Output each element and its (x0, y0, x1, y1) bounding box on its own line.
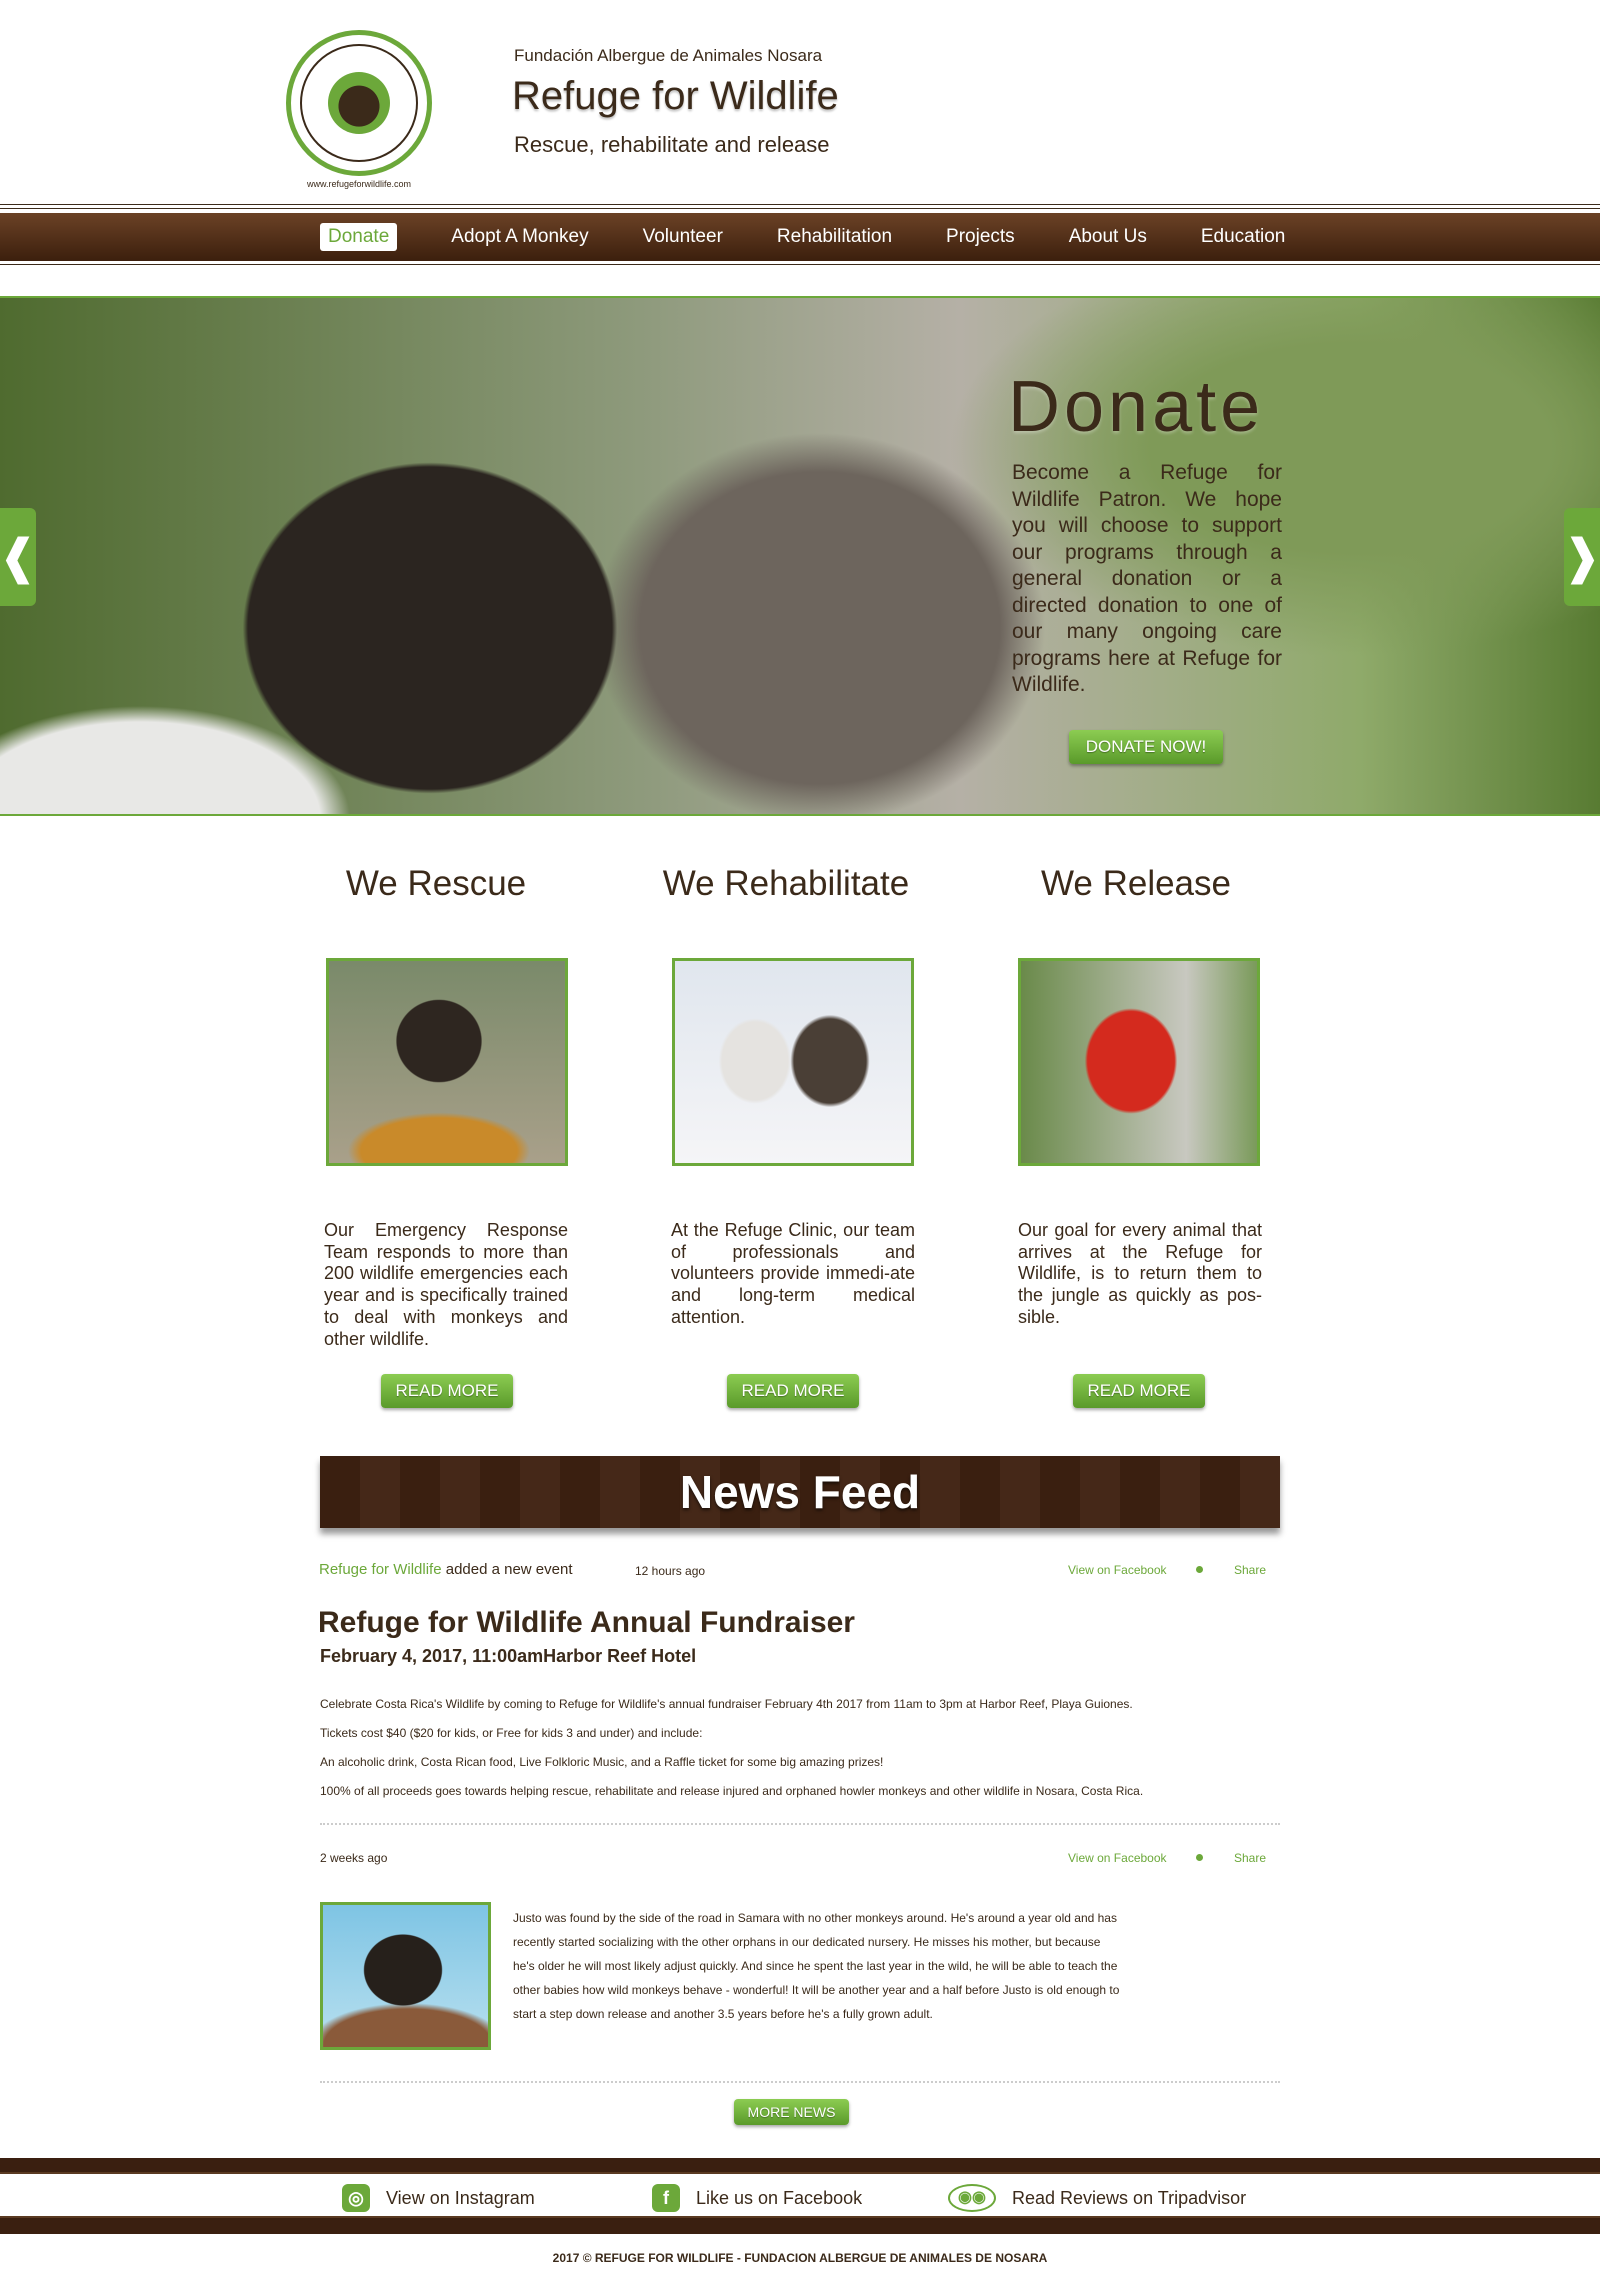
organization-name: Fundación Albergue de Animales Nosara (514, 46, 823, 65)
post2-image[interactable] (320, 1902, 491, 2050)
tripadvisor-link[interactable]: ◉◉ Read Reviews on Tripadvisor (948, 2184, 1246, 2212)
post2-text: Justo was found by the side of the road … (513, 1911, 1120, 2021)
page: www.refugeforwildlife.com Fundación Albe… (0, 0, 1600, 2280)
post1-author-link[interactable]: Refuge for Wildlife (319, 1561, 442, 1578)
rehabilitate-heading: We Rehabilitate (662, 864, 910, 903)
footer-bar: ◎ View on Instagram f Like us on Facebook … (0, 2158, 1600, 2234)
release-heading: We Release (1040, 864, 1231, 903)
post2-separator-dot (1196, 1854, 1203, 1861)
event-date: February 4, 2017, 11:00amHarbor Reef Hot… (320, 1646, 697, 1666)
facebook-link[interactable]: f Like us on Facebook (652, 2184, 862, 2212)
news-end-divider (320, 2081, 1280, 2083)
donate-now-button[interactable]: DONATE NOW! (1069, 730, 1223, 764)
slider-prev-button[interactable]: ❰ (0, 508, 38, 606)
site-tagline: Rescue, rehabilitate and release (514, 132, 830, 157)
footer-links: ◎ View on Instagram f Like us on Facebook … (0, 2172, 1600, 2218)
nav-about-us[interactable]: About Us (1069, 226, 1147, 248)
hero-slider: ❰ ❱ Donate Become a Refuge for Wildlife … (0, 296, 1600, 816)
post1-action: added a new event (445, 1561, 573, 1578)
nav-donate[interactable]: Donate (320, 223, 398, 251)
hero-text: Become a Refuge for Wildlife Patron. We … (1012, 461, 1282, 696)
post1-header: Refuge for Wildlife added a new event (319, 1561, 573, 1578)
copyright: 2017 © REFUGE FOR WILDLIFE - FUNDACION A… (552, 2251, 1048, 2265)
slider-next-button[interactable]: ❱ (1562, 508, 1600, 606)
post2-view-on-facebook[interactable]: View on Facebook (1068, 1851, 1167, 1865)
logo-url: www.refugeforwildlife.com (306, 179, 412, 189)
more-news-button[interactable]: MORE NEWS (734, 2099, 849, 2125)
header-rule-top (0, 204, 1600, 205)
monkey-face-icon (328, 72, 390, 134)
rehabilitate-text: At the Refuge Clinic, our team of profes… (671, 1220, 915, 1327)
event-title[interactable]: Refuge for Wildlife Annual Fundraiser (318, 1606, 855, 1640)
facebook-label: Like us on Facebook (696, 2187, 863, 2208)
post2-share[interactable]: Share (1234, 1851, 1266, 1865)
nav-rehabilitation[interactable]: Rehabilitation (777, 226, 892, 248)
main-nav: Donate Adopt A Monkey Volunteer Rehabili… (0, 213, 1600, 261)
site-logo[interactable]: www.refugeforwildlife.com (286, 30, 432, 189)
post1-separator-dot (1196, 1566, 1203, 1573)
news-feed-heading: News Feed (320, 1456, 1280, 1528)
nav-adopt-a-monkey[interactable]: Adopt A Monkey (451, 226, 588, 248)
post-divider (320, 1823, 1280, 1825)
instagram-label: View on Instagram (386, 2187, 535, 2208)
event-line-3: An alcoholic drink, Costa Rican food, Li… (320, 1755, 884, 1769)
rescue-read-more-button[interactable]: READ MORE (381, 1374, 513, 1408)
event-line-4: 100% of all proceeds goes towards helpin… (320, 1784, 1144, 1798)
logo-emblem (300, 44, 418, 162)
instagram-link[interactable]: ◎ View on Instagram (342, 2184, 535, 2212)
post1-timestamp: 12 hours ago (635, 1564, 706, 1578)
nav-rule-bottom (0, 264, 1600, 265)
tripadvisor-icon: ◉◉ (948, 2184, 996, 2212)
facebook-icon: f (652, 2184, 680, 2212)
rehabilitate-read-more-button[interactable]: READ MORE (727, 1374, 859, 1408)
post2-timestamp: 2 weeks ago (320, 1851, 388, 1865)
tripadvisor-label: Read Reviews on Tripadvisor (1012, 2187, 1247, 2208)
hero-title: Donate (1008, 367, 1265, 447)
post1-share[interactable]: Share (1234, 1563, 1266, 1577)
rehabilitate-image[interactable] (672, 958, 914, 1166)
event-line-1: Celebrate Costa Rica's Wildlife by comin… (320, 1697, 1133, 1711)
release-read-more-button[interactable]: READ MORE (1073, 1374, 1205, 1408)
release-image[interactable] (1018, 958, 1260, 1166)
nav-projects[interactable]: Projects (946, 226, 1015, 248)
post1-view-on-facebook[interactable]: View on Facebook (1068, 1563, 1167, 1577)
instagram-icon: ◎ (342, 2184, 370, 2212)
rescue-image[interactable] (326, 958, 568, 1166)
nav-education[interactable]: Education (1201, 226, 1286, 248)
header-rule-top-2 (0, 208, 1600, 209)
rescue-heading: We Rescue (345, 864, 527, 903)
event-line-2: Tickets cost $40 ($20 for kids, or Free … (320, 1726, 703, 1740)
site-title: Refuge for Wildlife (512, 74, 839, 118)
rescue-text: Our Emergency Response Team responds to … (324, 1220, 568, 1349)
nav-volunteer[interactable]: Volunteer (643, 226, 723, 248)
release-text: Our goal for every animal that arrives a… (1018, 1220, 1262, 1327)
